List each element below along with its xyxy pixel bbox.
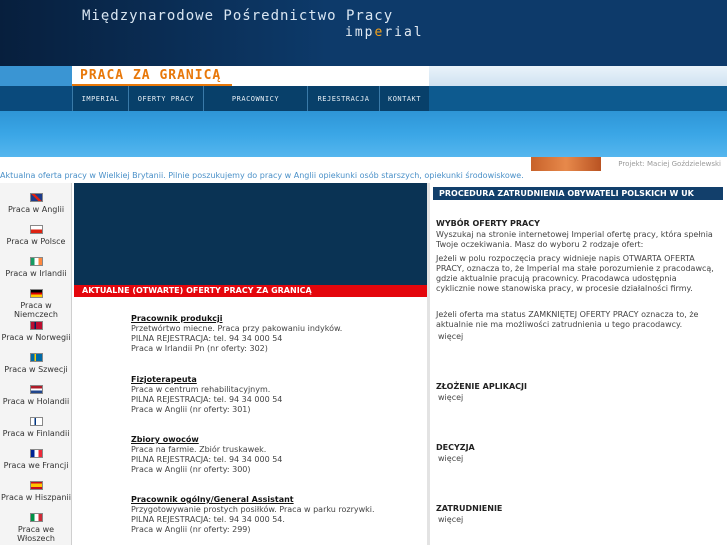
nav-rejestracja[interactable]: REJESTRACJA: [307, 86, 379, 111]
more-link[interactable]: więcej: [438, 393, 463, 402]
offer-title[interactable]: Pracownik produkcji: [131, 314, 421, 324]
site-title: Międzynarodowe Pośrednictwo Pracy: [82, 8, 394, 24]
section-text: Jeżeli oferta ma status ZAMKNIĘTEJ OFERT…: [436, 310, 699, 329]
country-item-anglia[interactable]: Praca w Anglii: [0, 187, 72, 219]
country-item-norwegia[interactable]: Praca w Norwegii: [0, 315, 72, 347]
offer-title[interactable]: Zbiory owoców: [131, 435, 421, 445]
country-item-irlandia[interactable]: Praca w Irlandii: [0, 251, 72, 283]
section-text: Wyszukaj na stronie internetowej Imperia…: [436, 230, 713, 249]
offer-title[interactable]: Pracownik ogólny/General Assistant: [131, 495, 421, 505]
ireland-flag-icon: [29, 257, 43, 266]
section-title: WYBÓR OFERTY PRACY: [436, 219, 540, 228]
netherlands-flag-icon: [29, 385, 43, 394]
center-banner: [74, 183, 427, 285]
section-title: ZATRUDNIENIE: [436, 504, 503, 513]
country-item-finlandia[interactable]: Praca w Finlandii: [0, 411, 72, 443]
offers-header: AKTUALNE (OTWARTE) OFERTY PRACY ZA GRANI…: [74, 285, 427, 297]
italy-flag-icon: [29, 513, 43, 522]
offer-item: Pracownik ogólny/General Assistant Przyg…: [131, 495, 421, 535]
site-subtitle: imperial: [345, 25, 424, 40]
author-credit: Projekt: Maciej Goździelewski: [618, 160, 721, 168]
offer-title[interactable]: Fizjoterapeuta: [131, 375, 421, 385]
offer-item: Pracownik produkcji Przetwórtwo miecne. …: [131, 314, 421, 354]
uk-flag-icon: [29, 193, 43, 202]
finland-flag-icon: [29, 417, 43, 426]
country-item-wlochy[interactable]: Praca we Włoszech: [0, 507, 72, 543]
nav-kontakt[interactable]: KONTAKT: [379, 86, 429, 111]
spain-flag-icon: [29, 481, 43, 490]
country-item-hiszpania[interactable]: Praca w Hiszpanii: [0, 475, 72, 507]
news-ticker[interactable]: Aktualna oferta pracy w Wielkiej Brytani…: [0, 171, 727, 181]
logo-bar: PRACA ZA GRANICĄ: [0, 66, 727, 86]
france-flag-icon: [29, 449, 43, 458]
country-item-niemcy[interactable]: Praca w Niemczech: [0, 283, 72, 319]
country-item-szwecja[interactable]: Praca w Szwecji: [0, 347, 72, 379]
section-text: Jeżeli w polu rozpoczęcia pracy widnieje…: [436, 254, 714, 293]
section-title: DECYZJA: [436, 443, 475, 452]
country-item-francja[interactable]: Praca we Francji: [0, 443, 72, 475]
nav-pracownicy[interactable]: PRACOWNICY: [203, 86, 307, 111]
germany-flag-icon: [29, 289, 43, 298]
nav-imperial[interactable]: IMPERIAL: [72, 86, 128, 111]
country-item-holandia[interactable]: Praca w Holandii: [0, 379, 72, 411]
country-item-polska[interactable]: Praca w Polsce: [0, 219, 72, 251]
country-sidebar: Praca w Anglii Praca w Polsce Praca w Ir…: [0, 183, 72, 545]
offer-item: Zbiory owoców Praca na farmie. Zbiór tru…: [131, 435, 421, 475]
photo-strip: [531, 157, 601, 171]
header-gradient-band: [0, 111, 727, 157]
section-title: ZŁOŻENIE APLIKACJI: [436, 382, 527, 391]
more-link[interactable]: więcej: [438, 332, 463, 341]
header-banner: Międzynarodowe Pośrednictwo Pracy imperi…: [0, 0, 727, 66]
procedure-header: PROCEDURA ZATRUDNIENIA OBYWATELI POLSKIC…: [433, 187, 723, 200]
main-nav: IMPERIAL OFERTY PRACY PRACOWNICY REJESTR…: [0, 86, 727, 111]
offer-item: Fizjoterapeuta Praca w centrum rehabilit…: [131, 375, 421, 415]
praca-logo[interactable]: PRACA ZA GRANICĄ: [80, 68, 221, 83]
poland-flag-icon: [29, 225, 43, 234]
more-link[interactable]: więcej: [438, 515, 463, 524]
norway-flag-icon: [29, 321, 43, 330]
nav-oferty-pracy[interactable]: OFERTY PRACY: [128, 86, 203, 111]
more-link[interactable]: więcej: [438, 454, 463, 463]
sweden-flag-icon: [29, 353, 43, 362]
